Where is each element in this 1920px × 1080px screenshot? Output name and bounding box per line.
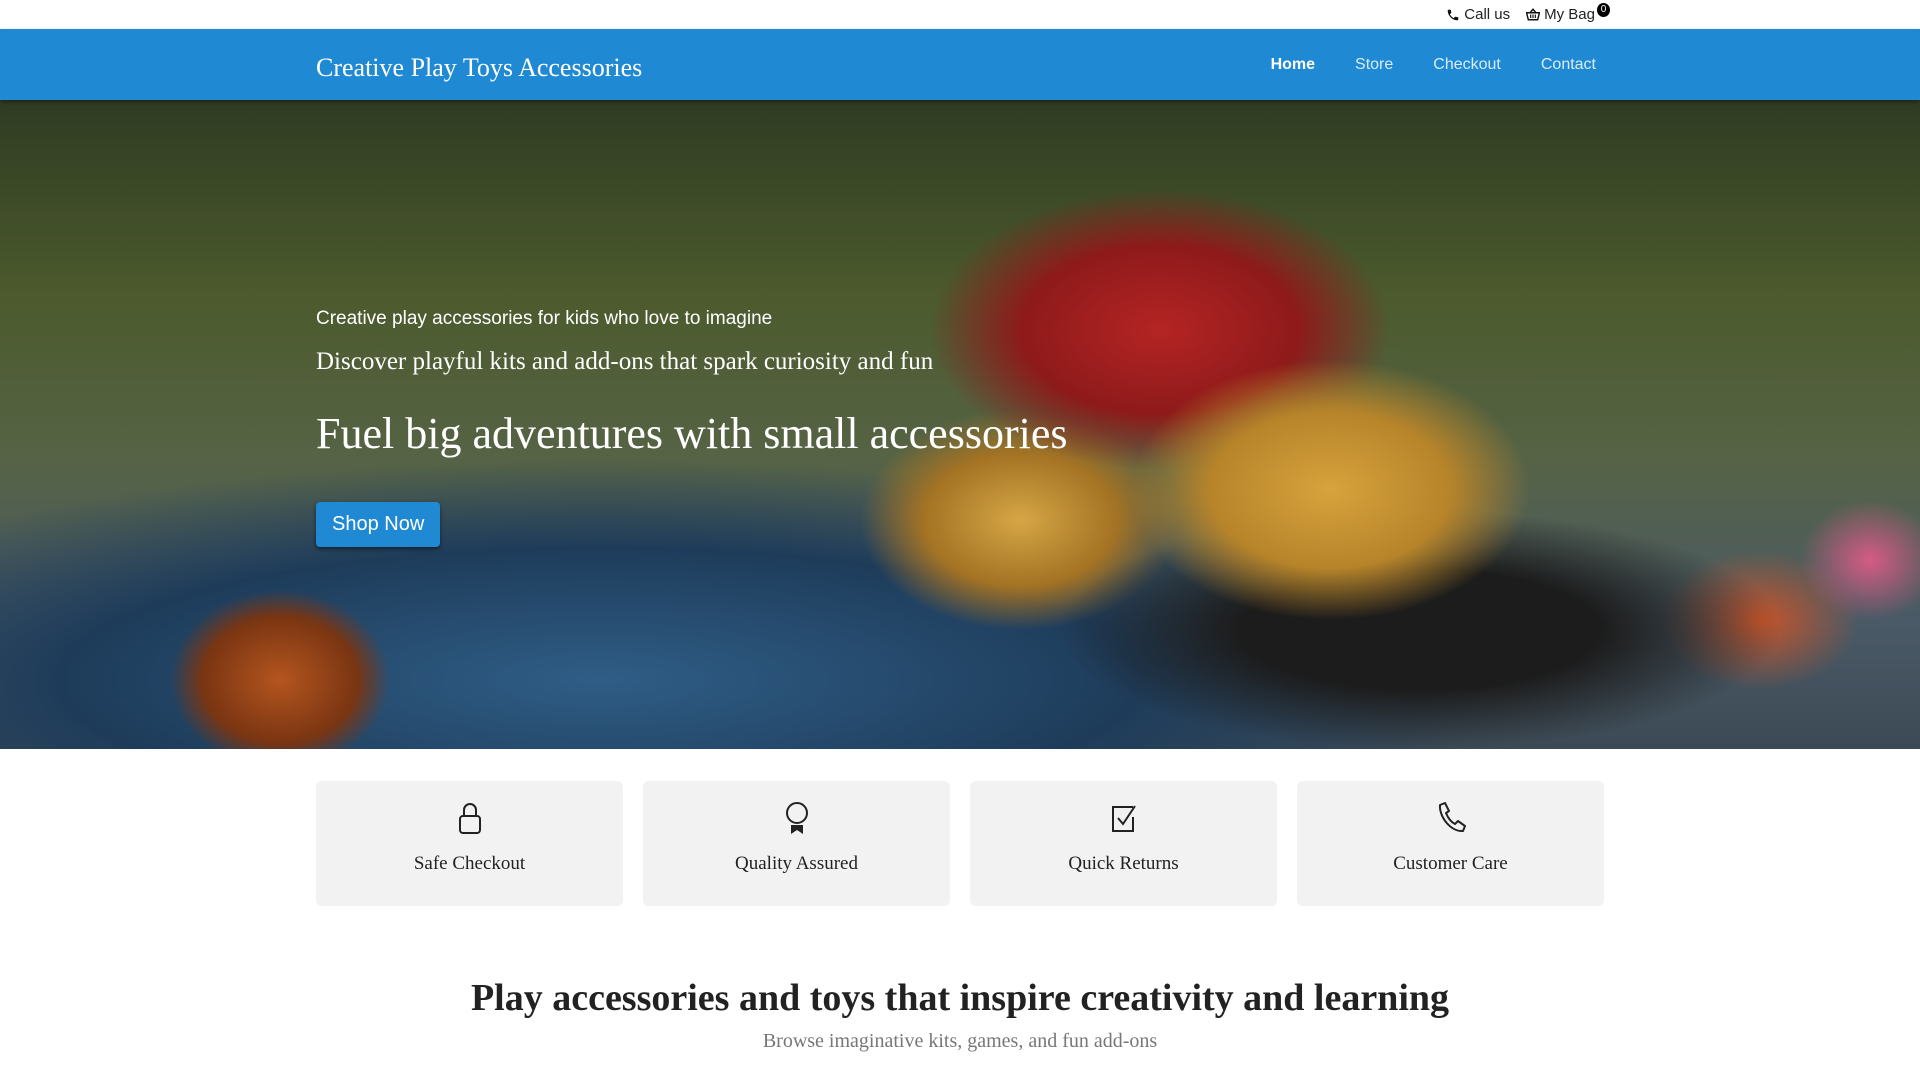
call-us-link[interactable]: Call us [1446,6,1510,23]
feature-card-quick-returns: Quick Returns [970,781,1277,906]
hero-subtitle: Discover playful kits and add-ons that s… [316,348,934,375]
phone-icon [1438,802,1466,833]
feature-card-safe-checkout: Safe Checkout [316,781,623,906]
phone-icon [1448,9,1459,20]
main-navbar: Creative Play Toys Accessories Home Stor… [0,29,1920,100]
hero-headline: Fuel big adventures with small accessori… [316,409,1068,458]
feature-card-customer-care: Customer Care [1297,781,1604,906]
nav-home[interactable]: Home [1271,56,1315,74]
bag-count-badge: 0 [1597,2,1610,17]
hero-banner: Creative play accessories for kids who l… [0,100,1920,749]
brand-logo[interactable]: Creative Play Toys Accessories [316,53,642,83]
hero-tagline: Creative play accessories for kids who l… [316,308,773,329]
nav-store[interactable]: Store [1355,56,1393,74]
lock-icon [458,803,481,834]
my-bag-link[interactable]: My Bag 0 [1526,2,1610,23]
features-row: Safe Checkout Quality Assured Quick Retu… [0,781,1920,906]
nav-checkout[interactable]: Checkout [1433,56,1501,74]
basket-icon [1526,8,1541,21]
shop-now-button[interactable]: Shop Now [316,502,441,547]
section-title: Play accessories and toys that inspire c… [470,977,1450,1019]
top-bar: Call us My Bag 0 [0,0,1920,29]
section-subtitle: Browse imaginative kits, games, and fun … [762,1030,1158,1052]
award-icon [785,802,808,834]
check-square-icon [1111,805,1136,832]
feature-card-quality-assured: Quality Assured [643,781,950,906]
nav-contact[interactable]: Contact [1541,56,1596,74]
